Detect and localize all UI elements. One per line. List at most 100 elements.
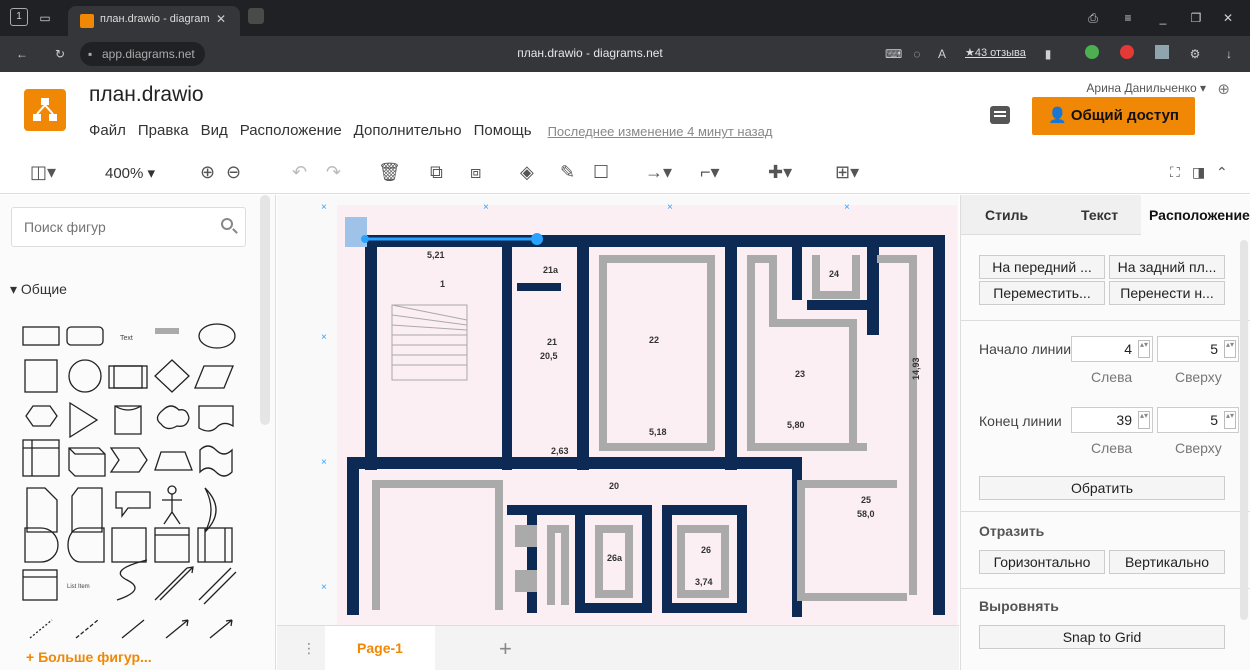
document-title[interactable]: план.drawio	[89, 83, 204, 107]
pages-menu-icon[interactable]: ⋮	[302, 640, 316, 657]
shapes-scrollbar[interactable]	[260, 195, 270, 425]
chat-icon[interactable]: ◌	[910, 44, 924, 64]
to-back-button[interactable]: На задний пл...	[1109, 255, 1225, 279]
divider	[961, 320, 1250, 321]
close-window-icon[interactable]: ✕	[1220, 8, 1236, 28]
page-bar: ⋮ Page-1 +	[277, 625, 959, 671]
menu-arrange[interactable]: Расположение	[240, 122, 342, 139]
minimize-icon[interactable]: _	[1155, 8, 1171, 28]
tab-style[interactable]: Стиль	[985, 207, 1028, 223]
connection-icon[interactable]: →▾	[645, 160, 672, 184]
floor-plan-image[interactable]: 1 5,21 21а 21 20,5 22 5,18 23 5,80 24 25…	[277, 195, 959, 625]
room-23-area: 5,80	[787, 420, 805, 430]
format-panel-icon[interactable]: ◫▾	[30, 160, 56, 184]
close-icon[interactable]: ✕	[216, 12, 226, 26]
line-color-icon[interactable]: ✎	[560, 160, 575, 184]
delete-icon[interactable]: 🗑	[378, 160, 401, 184]
tab-panel-icon[interactable]: ▭	[36, 8, 54, 28]
zoom-out-icon[interactable]: ⊖	[226, 160, 241, 184]
diagram-canvas[interactable]: 1 5,21 21а 21 20,5 22 5,18 23 5,80 24 25…	[277, 195, 959, 625]
back-icon[interactable]: ←	[14, 44, 30, 64]
bookmark-flag-icon[interactable]: ▮	[1042, 44, 1054, 64]
tab-page-1[interactable]: Page-1	[325, 626, 435, 671]
menu-icon[interactable]: ≡	[1120, 8, 1136, 28]
browser-tab-bar: 1 ▭ план.drawio - diagram ✕ ⎙ ≡ _ ❐ ✕	[0, 0, 1250, 36]
menu-file[interactable]: Файл	[89, 122, 126, 139]
format-panel-scrollbar[interactable]	[1240, 240, 1248, 620]
line-start-top-input[interactable]: 5 ▴▾	[1157, 336, 1239, 362]
line-end-top-input[interactable]: 5 ▴▾	[1157, 407, 1239, 433]
fullscreen-icon[interactable]: ⛶	[1170, 160, 1180, 184]
tab-title: план.drawio - diagram	[100, 13, 210, 25]
tab-arrange[interactable]: Расположение	[1149, 207, 1250, 223]
menu-edit[interactable]: Правка	[138, 122, 189, 139]
search-input[interactable]	[12, 208, 202, 246]
browser-tab-active[interactable]: план.drawio - diagram ✕	[68, 6, 240, 36]
svg-text:×: ×	[321, 457, 327, 468]
main-menu: Файл Правка Вид Расположение Дополнитель…	[89, 122, 772, 139]
zoom-select[interactable]: 400% ▾	[105, 164, 155, 182]
extensions-icon[interactable]: ⚙	[1188, 44, 1202, 64]
globe-icon[interactable]: ⊕	[1217, 80, 1230, 98]
tab-count-badge[interactable]: 1	[10, 8, 28, 26]
download-icon[interactable]: ↓	[1222, 44, 1236, 64]
room-24-label: 24	[829, 269, 839, 279]
spinner-icon[interactable]: ▴▾	[1138, 340, 1150, 358]
undo-icon[interactable]: ↶	[292, 160, 307, 184]
reverse-button[interactable]: Обратить	[979, 476, 1225, 500]
room-26-label: 26	[701, 545, 711, 555]
translate-icon[interactable]: ⌨	[885, 44, 902, 64]
flip-vertical-button[interactable]: Вертикально	[1109, 550, 1225, 574]
bookmark-icon[interactable]: ⎙	[1085, 8, 1101, 28]
reviews-link[interactable]: ★43 отзыва	[965, 46, 1026, 59]
flip-horizontal-button[interactable]: Горизонтально	[979, 550, 1105, 574]
format-panel: Стиль Текст Расположение На передний ...…	[960, 195, 1250, 670]
add-page-icon[interactable]: +	[499, 636, 512, 662]
section-general[interactable]: ▾ Общие	[10, 281, 67, 298]
split-view-icon[interactable]: ◨	[1192, 160, 1205, 184]
reader-icon[interactable]: A	[935, 44, 949, 64]
menu-help[interactable]: Помощь	[474, 122, 532, 139]
shadow-icon[interactable]: ☐	[593, 160, 609, 184]
drawio-favicon-icon	[80, 14, 94, 28]
to-front-icon[interactable]: ⧉	[430, 160, 443, 184]
zoom-in-icon[interactable]: ⊕	[200, 160, 215, 184]
spinner-icon[interactable]: ▴▾	[1138, 411, 1150, 429]
collapse-icon[interactable]: ⌃	[1216, 160, 1228, 184]
shape-library[interactable]: Text List Item	[22, 320, 242, 640]
last-change-link[interactable]: Последнее изменение 4 минут назад	[548, 122, 773, 139]
top-caption: Сверху	[1175, 440, 1222, 456]
table-icon[interactable]: ⊞▾	[835, 160, 859, 184]
search-icon[interactable]	[221, 218, 233, 230]
new-tab-icon[interactable]	[248, 8, 264, 24]
extension-shield-icon[interactable]	[1085, 45, 1099, 59]
extension-pie-icon[interactable]	[1120, 45, 1134, 59]
to-back-icon[interactable]: ⧈	[470, 160, 481, 184]
more-shapes-button[interactable]: + Больше фигур...	[26, 649, 152, 665]
move-button[interactable]: Переместить...	[979, 281, 1105, 305]
url-field[interactable]: ▪ app.diagrams.net	[80, 42, 205, 66]
user-name[interactable]: Арина Данильченко ▾	[1086, 81, 1206, 95]
menu-view[interactable]: Вид	[201, 122, 228, 139]
redo-icon[interactable]: ↷	[326, 160, 341, 184]
line-end-left-input[interactable]: 39 ▴▾	[1071, 407, 1153, 433]
room-1-area: 5,21	[427, 250, 445, 260]
to-front-button[interactable]: На передний ...	[979, 255, 1105, 279]
fill-color-icon[interactable]: ◈	[520, 160, 534, 184]
comment-icon[interactable]	[990, 106, 1010, 124]
waypoints-icon[interactable]: ⌐▾	[700, 160, 720, 184]
move-to-button[interactable]: Перенести н...	[1109, 281, 1225, 305]
spinner-icon[interactable]: ▴▾	[1224, 340, 1236, 358]
snap-to-grid-button[interactable]: Snap to Grid	[979, 625, 1225, 649]
drawio-logo-icon[interactable]	[24, 89, 66, 131]
spinner-icon[interactable]: ▴▾	[1224, 411, 1236, 429]
tab-text[interactable]: Текст	[1081, 207, 1118, 223]
shape-search[interactable]	[11, 207, 246, 247]
share-button[interactable]: 👤 Общий доступ	[1032, 97, 1195, 135]
restore-icon[interactable]: ❐	[1188, 8, 1204, 28]
extension-square-icon[interactable]	[1155, 45, 1169, 59]
line-start-left-input[interactable]: 4 ▴▾	[1071, 336, 1153, 362]
reload-icon[interactable]: ↻	[52, 44, 68, 64]
menu-extras[interactable]: Дополнительно	[354, 122, 462, 139]
insert-icon[interactable]: ✚▾	[768, 160, 792, 184]
